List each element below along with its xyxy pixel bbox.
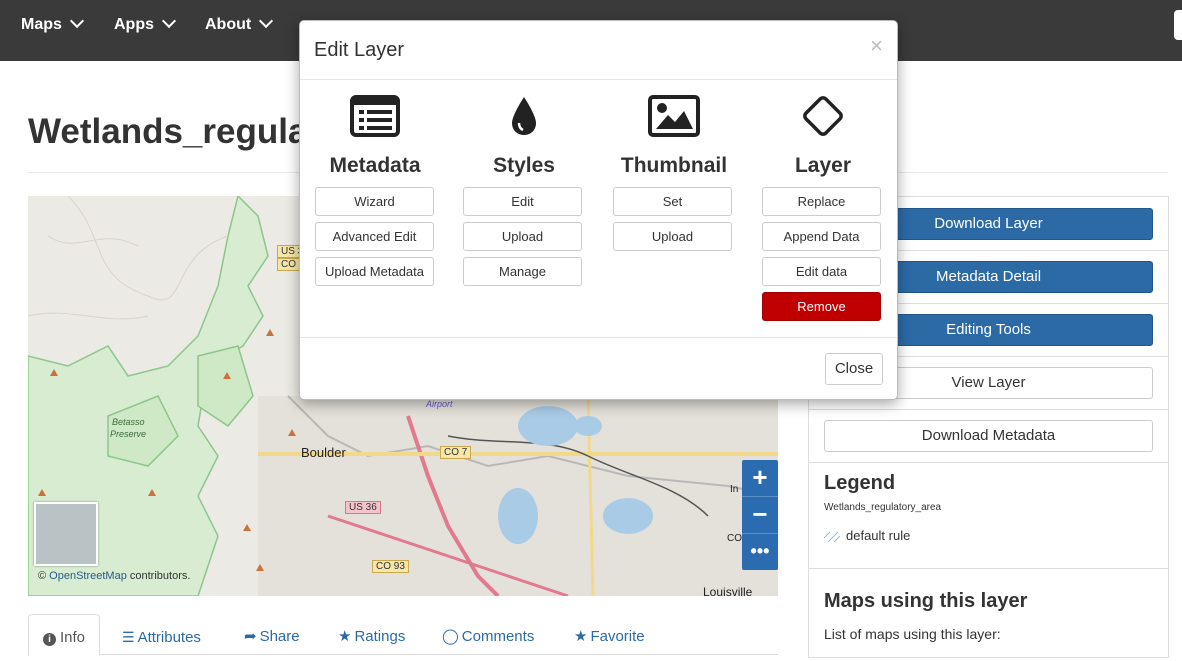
edit-layer-modal: Edit Layer × Metadata Wizard Advanced Ed… (299, 20, 898, 400)
upload-metadata-button[interactable]: Upload Metadata (315, 257, 434, 286)
upload-thumbnail-button[interactable]: Upload (613, 222, 732, 251)
styles-title: Styles (493, 154, 555, 177)
upload-style-button[interactable]: Upload (463, 222, 582, 251)
modal-footer: Close (300, 337, 897, 400)
styles-column: Styles Edit Upload Manage (449, 79, 599, 329)
modal-overlay: Edit Layer × Metadata Wizard Advanced Ed… (0, 0, 1182, 642)
layer-column: Layer Replace Append Data Edit data Remo… (748, 79, 898, 329)
modal-title: Edit Layer (314, 39, 405, 61)
replace-layer-button[interactable]: Replace (762, 187, 881, 216)
append-data-button[interactable]: Append Data (762, 222, 881, 251)
thumbnail-column: Thumbnail Set Upload (599, 79, 749, 329)
list-alt-icon (350, 95, 400, 142)
picture-icon (648, 95, 700, 142)
edit-style-button[interactable]: Edit (463, 187, 582, 216)
wizard-button[interactable]: Wizard (315, 187, 434, 216)
remove-layer-button[interactable]: Remove (762, 292, 881, 321)
close-button[interactable]: Close (825, 353, 883, 385)
tint-icon (509, 95, 539, 142)
diamond-icon (799, 95, 847, 145)
metadata-column: Metadata Wizard Advanced Edit Upload Met… (300, 79, 450, 329)
close-icon[interactable]: × (870, 33, 883, 59)
manage-styles-button[interactable]: Manage (463, 257, 582, 286)
modal-header: Edit Layer × (300, 21, 897, 80)
edit-data-button[interactable]: Edit data (762, 257, 881, 286)
metadata-title: Metadata (329, 154, 421, 177)
layer-title: Layer (794, 154, 852, 177)
advanced-edit-button[interactable]: Advanced Edit (315, 222, 434, 251)
set-thumbnail-button[interactable]: Set (613, 187, 732, 216)
thumbnail-title: Thumbnail (620, 154, 728, 177)
